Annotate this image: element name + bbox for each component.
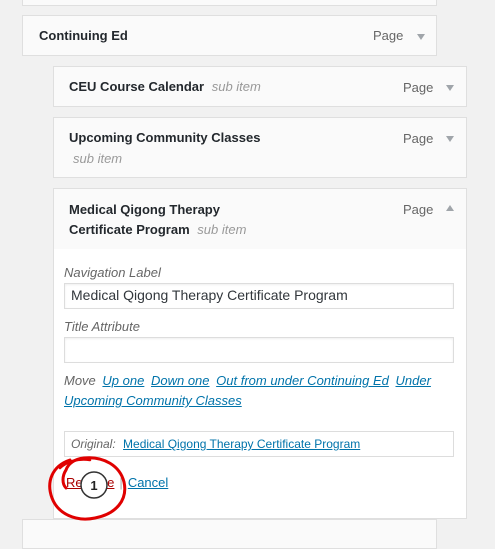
- menu-item-upcoming-community-classes[interactable]: Upcoming Community Classes sub item Page: [53, 117, 467, 178]
- menu-item-title-line1: Medical Qigong Therapy: [69, 202, 220, 217]
- sub-item-label: sub item: [211, 79, 261, 94]
- move-out-link[interactable]: Out from under Continuing Ed: [216, 373, 389, 388]
- menu-item-title-line2: Certificate Program sub item: [69, 222, 247, 237]
- move-up-link[interactable]: Up one: [102, 373, 144, 388]
- menu-item-above: [22, 0, 437, 6]
- annotation-circle: 1: [48, 456, 127, 521]
- move-controls: Move Up one Down one Out from under Cont…: [64, 371, 456, 391]
- chevron-down-icon[interactable]: [446, 136, 454, 142]
- move-down-link[interactable]: Down one: [151, 373, 210, 388]
- annotation-number: 1: [90, 478, 97, 493]
- title-attribute-label: Title Attribute: [64, 319, 140, 334]
- move-label: Move: [64, 373, 96, 388]
- menu-item-title: CEU Course Calendar sub item: [69, 79, 261, 94]
- item-type-label: Page: [403, 131, 434, 146]
- original-link[interactable]: Medical Qigong Therapy Certificate Progr…: [123, 437, 360, 451]
- chevron-up-icon[interactable]: [446, 205, 454, 211]
- navigation-label-label: Navigation Label: [64, 265, 161, 280]
- menu-item-title: Upcoming Community Classes: [69, 130, 261, 145]
- menu-item-title: Continuing Ed: [39, 28, 128, 43]
- sub-item-label: sub item: [197, 222, 247, 237]
- chevron-down-icon[interactable]: [417, 34, 425, 40]
- item-type-label: Page: [403, 202, 434, 217]
- item-type-label: Page: [373, 28, 404, 43]
- menu-item-medical-qigong[interactable]: Medical Qigong Therapy Certificate Progr…: [53, 188, 467, 250]
- menu-item-ceu-course-calendar[interactable]: CEU Course Calendar sub item Page: [53, 66, 467, 107]
- navigation-label-input[interactable]: Medical Qigong Therapy Certificate Progr…: [64, 283, 454, 309]
- item-type-label: Page: [403, 80, 434, 95]
- title-attribute-input[interactable]: [64, 337, 454, 363]
- chevron-down-icon[interactable]: [446, 85, 454, 91]
- move-under-link[interactable]: Under: [395, 373, 430, 388]
- menu-item-continuing-ed[interactable]: Continuing Ed Page: [22, 15, 437, 56]
- move-under-target: Upcoming Community Classes: [64, 391, 242, 411]
- move-under-target-link[interactable]: Upcoming Community Classes: [64, 393, 242, 408]
- original-label: Original:: [71, 437, 116, 451]
- sub-item-label: sub item: [73, 151, 123, 166]
